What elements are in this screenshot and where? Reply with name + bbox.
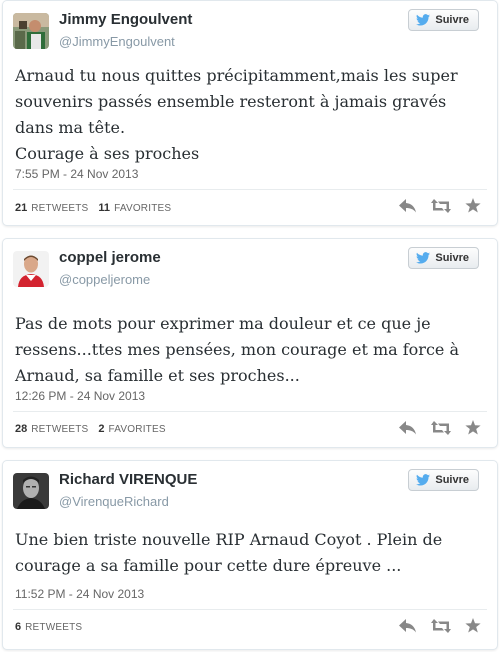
follow-button[interactable]: Suivre (408, 247, 479, 269)
reply-icon[interactable] (399, 420, 417, 435)
tweet-timestamp[interactable]: 12:26 PM - 24 Nov 2013 (15, 389, 145, 403)
favorite-star-icon[interactable] (465, 420, 481, 435)
favorite-label[interactable]: FAVORITES (109, 424, 166, 435)
favorite-count[interactable]: 2 (98, 423, 104, 435)
follow-button[interactable]: Suivre (408, 9, 479, 31)
retweet-label[interactable]: RETWEETS (31, 203, 88, 214)
tweet-card: coppel jerome @coppeljerome Suivre Pas d… (2, 238, 498, 448)
favorite-star-icon[interactable] (465, 618, 481, 633)
author-name[interactable]: Richard VIRENQUE (59, 471, 197, 488)
tweet-text: Pas de mots pour exprimer ma douleur et … (15, 314, 460, 385)
author-handle[interactable]: @JimmyEngoulvent (59, 34, 175, 49)
retweet-count[interactable]: 6 (15, 621, 21, 633)
divider (13, 189, 487, 190)
author-handle[interactable]: @VirenqueRichard (59, 494, 169, 509)
tweet-card: Jimmy Engoulvent @JimmyEngoulvent Suivre… (2, 0, 498, 226)
tweet-actions (399, 420, 481, 435)
tweet-text: Une bien triste nouvelle RIP Arnaud Coyo… (15, 530, 443, 575)
retweet-label[interactable]: RETWEETS (25, 622, 82, 633)
retweet-count[interactable]: 21 (15, 202, 27, 214)
favorite-label[interactable]: FAVORITES (114, 203, 171, 214)
tweet-actions (399, 618, 481, 633)
author-handle[interactable]: @coppeljerome (59, 272, 150, 287)
reply-icon[interactable] (399, 198, 417, 213)
retweet-icon[interactable] (431, 618, 451, 633)
tweet-stats: 28 RETWEETS 2 FAVORITES (15, 423, 172, 435)
retweet-icon[interactable] (431, 198, 451, 213)
avatar[interactable] (13, 473, 49, 509)
twitter-bird-icon (416, 252, 431, 264)
tweet-timestamp[interactable]: 11:52 PM - 24 Nov 2013 (15, 587, 144, 601)
divider (13, 609, 487, 610)
reply-icon[interactable] (399, 618, 417, 633)
retweet-icon[interactable] (431, 420, 451, 435)
author-name[interactable]: coppel jerome (59, 249, 161, 266)
follow-label: Suivre (435, 14, 469, 26)
follow-label: Suivre (435, 474, 469, 486)
tweet-stats: 6 RETWEETS (15, 621, 88, 633)
twitter-bird-icon (416, 14, 431, 26)
follow-label: Suivre (435, 252, 469, 264)
twitter-bird-icon (416, 474, 431, 486)
retweet-count[interactable]: 28 (15, 423, 27, 435)
divider (13, 411, 487, 412)
retweet-label[interactable]: RETWEETS (31, 424, 88, 435)
tweet-actions (399, 198, 481, 213)
follow-button[interactable]: Suivre (408, 469, 479, 491)
avatar[interactable] (13, 13, 49, 49)
tweet-stats: 21 RETWEETS 11 FAVORITES (15, 202, 177, 214)
tweet-timestamp[interactable]: 7:55 PM - 24 Nov 2013 (15, 167, 138, 181)
favorite-star-icon[interactable] (465, 198, 481, 213)
tweet-text: Arnaud tu nous quittes précipitamment,ma… (15, 66, 458, 163)
tweet-card: Richard VIRENQUE @VirenqueRichard Suivre… (2, 460, 498, 650)
favorite-count[interactable]: 11 (98, 202, 110, 214)
author-name[interactable]: Jimmy Engoulvent (59, 11, 192, 28)
avatar[interactable] (13, 251, 49, 287)
